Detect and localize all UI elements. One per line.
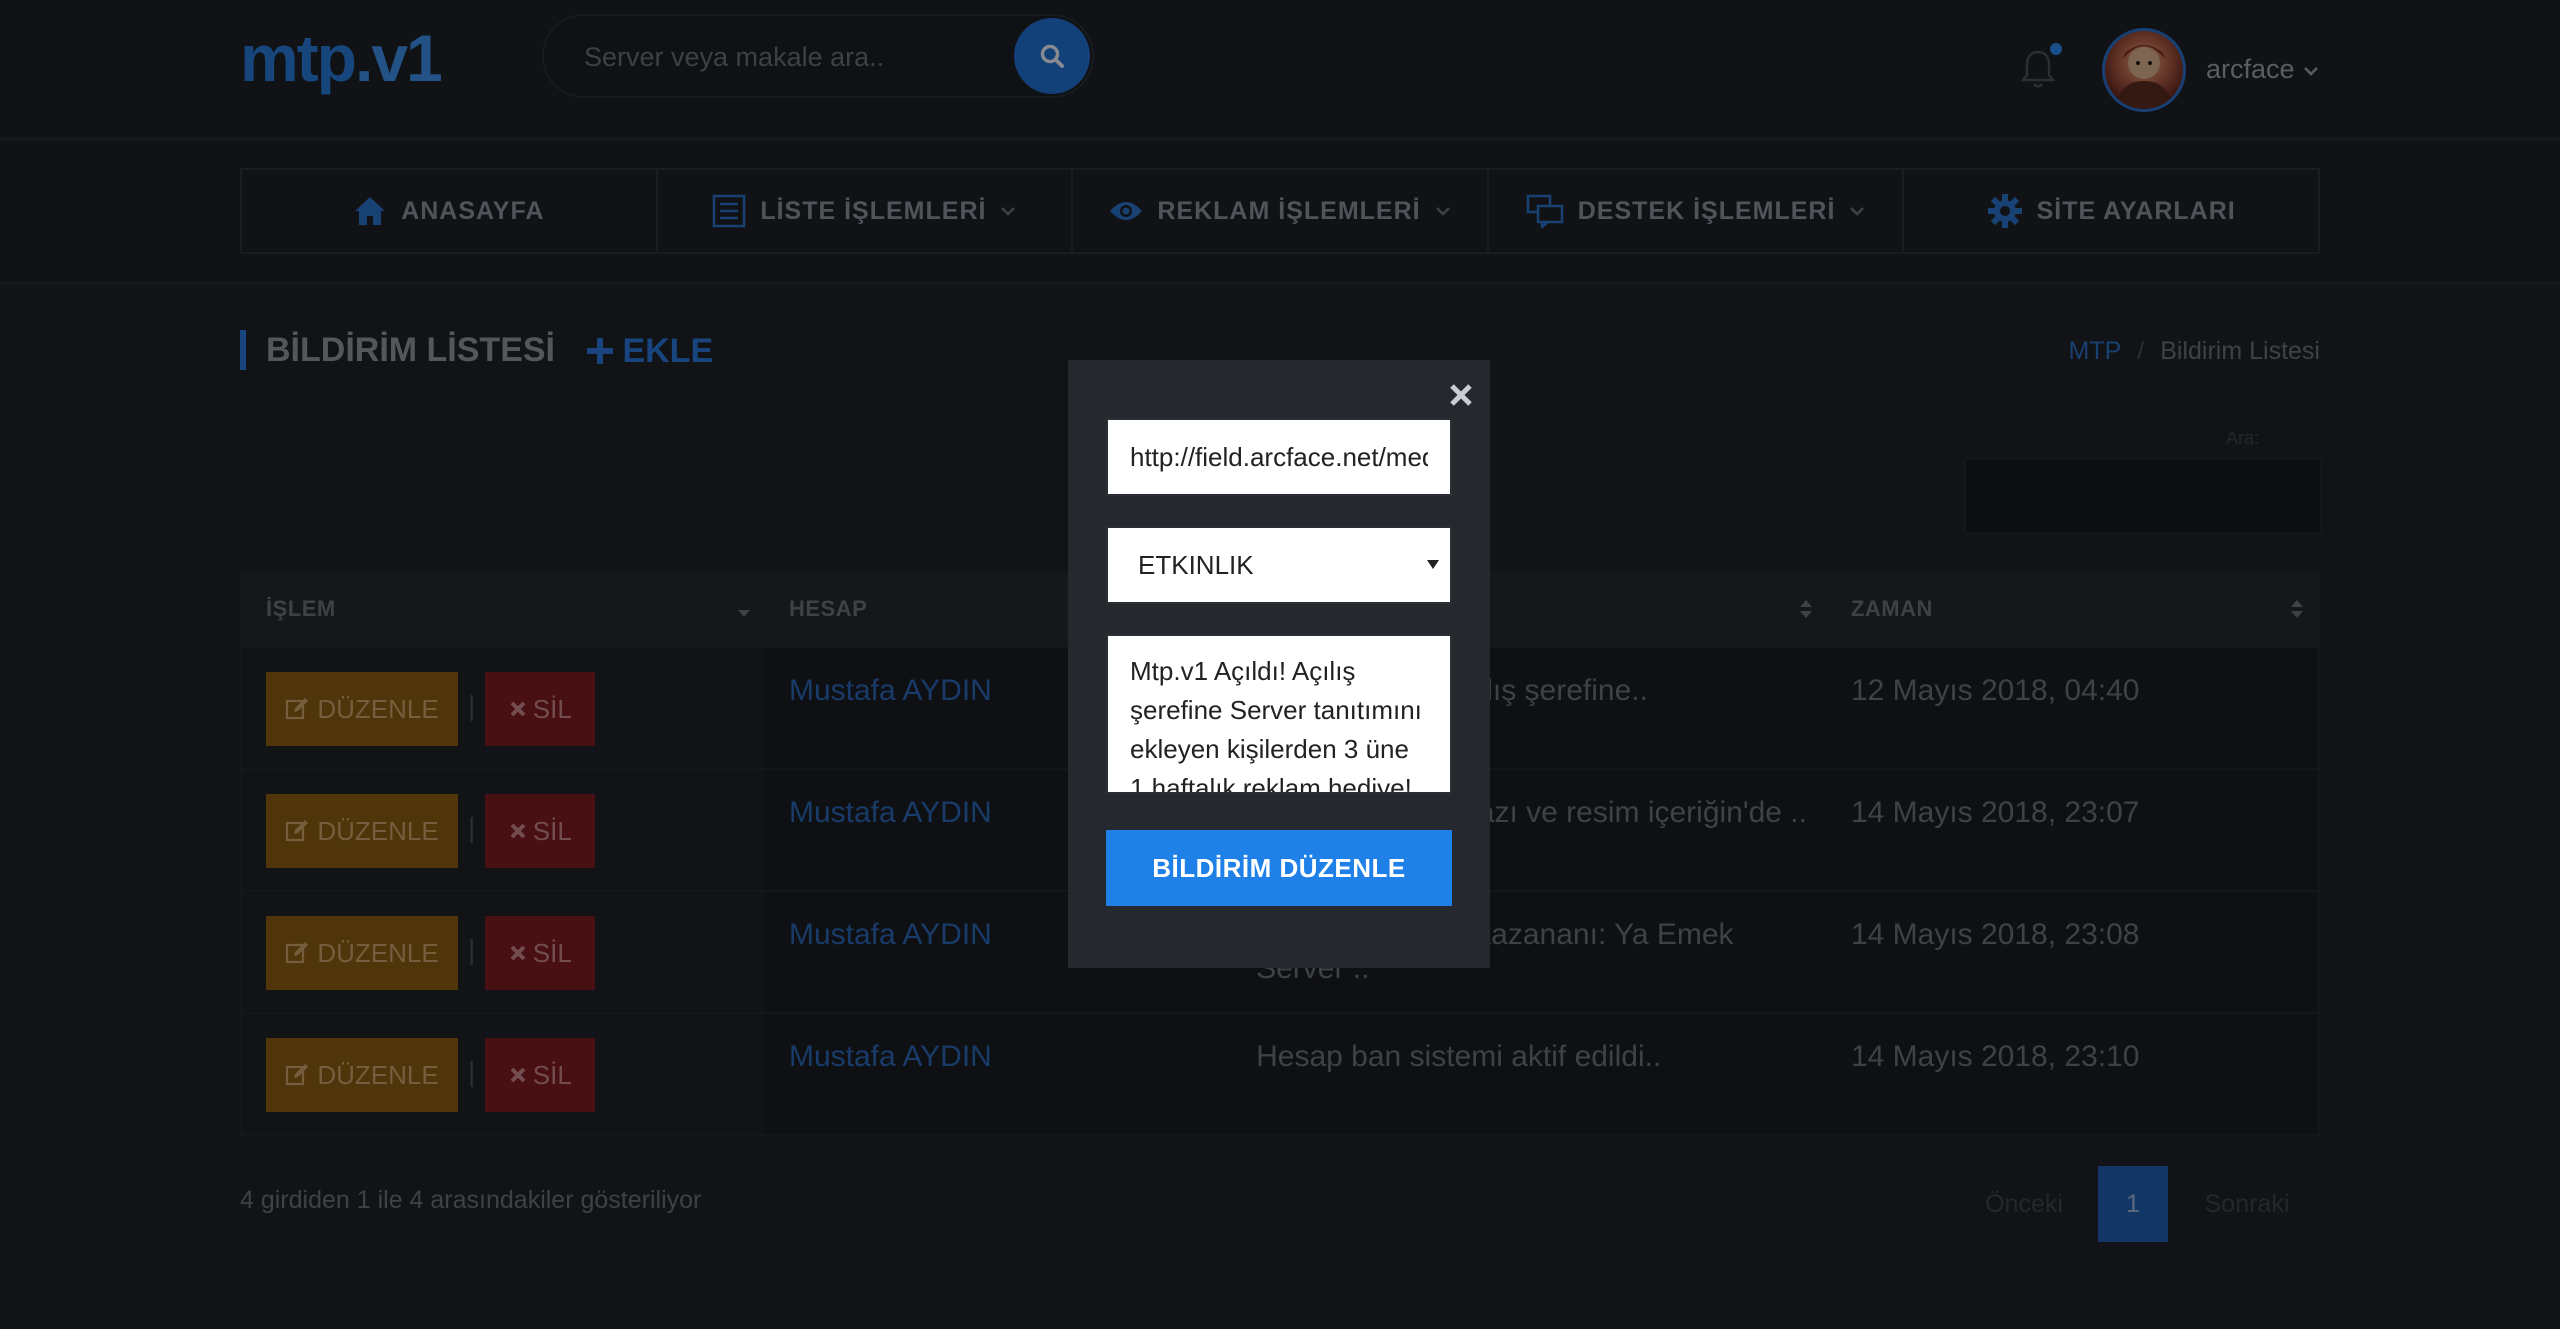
message-textarea[interactable]: Mtp.v1 Açıldı! Açılış şerefine Server ta… (1106, 634, 1452, 794)
edit-notification-modal: ETKINLIK Mtp.v1 Açıldı! Açılış şerefine … (1068, 360, 1490, 968)
dropdown-arrow-icon (1427, 560, 1439, 569)
image-url-input[interactable] (1106, 418, 1452, 496)
selected-type: ETKINLIK (1138, 549, 1254, 580)
close-icon[interactable] (1448, 382, 1474, 408)
edit-notification-button[interactable]: BİLDİRİM DÜZENLE (1106, 830, 1452, 906)
notification-type-select[interactable]: ETKINLIK (1106, 526, 1452, 604)
